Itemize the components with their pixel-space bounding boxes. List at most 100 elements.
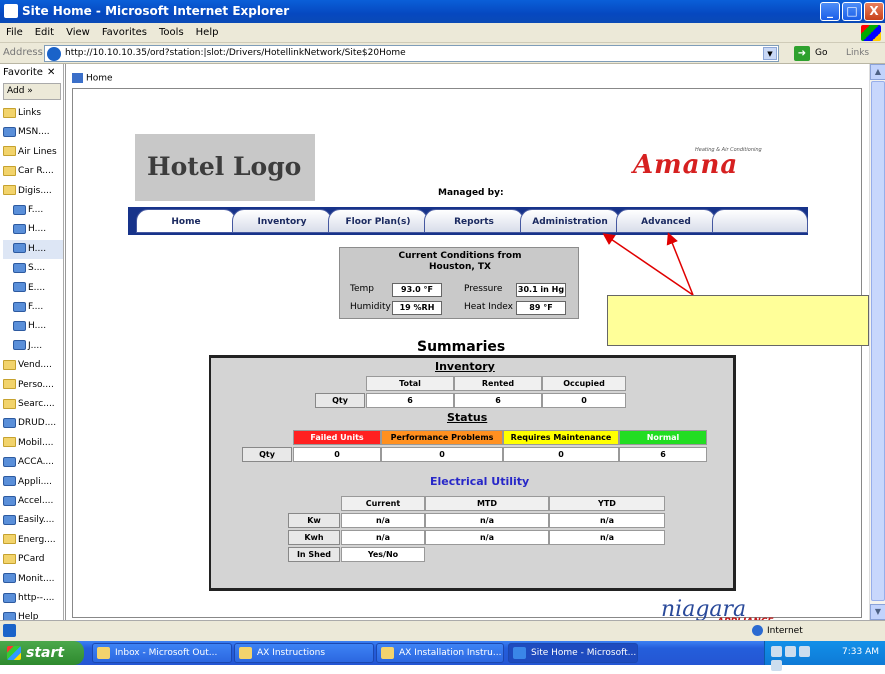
favorite-item[interactable]: Vend....	[3, 356, 63, 375]
favorite-item[interactable]: Digis....	[3, 182, 63, 201]
page-icon	[13, 204, 26, 215]
favorite-item[interactable]: Mobil....	[3, 434, 63, 453]
favorites-header: Favorite ✕	[3, 67, 55, 78]
favorite-item[interactable]: Easily....	[3, 511, 63, 530]
favorite-item[interactable]: S....	[3, 259, 63, 278]
favorite-item[interactable]: Appli....	[3, 473, 63, 492]
task-ax-installation[interactable]: AX Installation Instru...	[376, 643, 504, 663]
menu-edit[interactable]: Edit	[35, 23, 54, 42]
folder-icon	[239, 647, 252, 659]
status-row-label: Qty	[242, 447, 292, 462]
breadcrumb-home[interactable]: Home	[86, 74, 113, 84]
page-icon	[13, 301, 26, 312]
favorite-item-label: Links	[18, 108, 42, 118]
minimize-button[interactable]: _	[820, 2, 840, 21]
page-icon	[13, 340, 26, 351]
electrical-title: Electrical Utility	[430, 475, 530, 488]
summaries-panel: Inventory Total Rented Occupied Qty 6 6 …	[209, 355, 736, 591]
windows-flag-icon	[7, 646, 21, 660]
task-ax-instructions[interactable]: AX Instructions	[234, 643, 374, 663]
favorite-item[interactable]: H....	[3, 317, 63, 336]
outlook-icon	[97, 647, 110, 659]
favorite-item[interactable]: H....	[3, 220, 63, 239]
tray-icon-3[interactable]	[799, 646, 810, 657]
favorite-item-label: Vend....	[18, 360, 52, 371]
chevron-down-icon[interactable]: ▼	[763, 47, 777, 60]
favorite-item-label: Car R....	[18, 166, 54, 177]
page-icon	[3, 495, 16, 506]
scroll-thumb[interactable]	[871, 81, 885, 601]
address-bar: Address http://10.10.10.35/ord?station:|…	[0, 43, 885, 64]
maximize-button[interactable]: □	[842, 2, 862, 21]
clock[interactable]: 7:33 AM	[842, 647, 879, 657]
scroll-down-icon[interactable]: ▼	[870, 604, 885, 620]
favorite-item[interactable]: Links	[3, 104, 63, 123]
favorite-item[interactable]: Air Lines	[3, 143, 63, 162]
task-site-home[interactable]: Site Home - Microsoft...	[508, 643, 638, 663]
folder-icon	[3, 107, 16, 118]
status-normal-value: 6	[619, 447, 707, 462]
status-maintenance-value: 0	[503, 447, 619, 462]
scroll-up-icon[interactable]: ▲	[870, 64, 885, 80]
favorite-item[interactable]: Accel....	[3, 492, 63, 511]
folder-icon	[3, 146, 16, 157]
favorite-item-label: E....	[28, 282, 46, 293]
go-button[interactable]: Go	[815, 48, 827, 58]
inventory-header-occupied: Occupied	[542, 376, 626, 391]
favorite-item[interactable]: http--....	[3, 589, 63, 608]
internet-zone: Internet	[752, 625, 803, 636]
folder-icon	[3, 165, 16, 176]
kwh-ytd-value: n/a	[549, 530, 665, 545]
favorite-item[interactable]: J....	[3, 337, 63, 356]
favorite-item[interactable]: H....	[3, 239, 63, 259]
links-button[interactable]: Links	[846, 48, 869, 58]
favorite-item-label: Appli....	[18, 476, 53, 487]
folder-icon	[3, 534, 16, 545]
favorite-item[interactable]: MSN....	[3, 123, 63, 142]
page-icon	[3, 126, 16, 137]
close-favorites-icon[interactable]: ✕	[47, 67, 55, 78]
window-title: Site Home - Microsoft Internet Explorer	[22, 4, 290, 18]
address-label: Address	[3, 47, 43, 58]
favorite-item[interactable]: Monit....	[3, 570, 63, 589]
task-inbox[interactable]: Inbox - Microsoft Out...	[92, 643, 232, 663]
favorite-item[interactable]: F....	[3, 298, 63, 317]
page-status-icon	[3, 624, 16, 637]
favorite-item-label: J....	[28, 340, 43, 351]
breadcrumb[interactable]: Home	[72, 73, 113, 84]
menu-help[interactable]: Help	[196, 23, 219, 42]
add-favorite-button[interactable]: Add »	[3, 83, 61, 100]
favorite-item[interactable]: Perso....	[3, 376, 63, 395]
title-bar: Site Home - Microsoft Internet Explorer …	[0, 0, 885, 23]
tray-icons[interactable]	[771, 646, 826, 671]
folder-icon	[3, 359, 16, 370]
address-input[interactable]: http://10.10.10.35/ord?station:|slot:/Dr…	[44, 45, 779, 62]
favorite-item[interactable]: E....	[3, 279, 63, 298]
menu-tools[interactable]: Tools	[159, 23, 184, 42]
tray-icon-4[interactable]	[771, 660, 782, 671]
folder-icon	[3, 379, 16, 390]
tray-icon-2[interactable]	[785, 646, 796, 657]
favorite-item[interactable]: Searc....	[3, 395, 63, 414]
go-arrow-icon[interactable]: ➜	[794, 46, 810, 61]
favorite-item[interactable]: Energ....	[3, 531, 63, 550]
page-icon	[13, 243, 26, 254]
address-url[interactable]: http://10.10.10.35/ord?station:|slot:/Dr…	[65, 48, 406, 58]
menu-favorites[interactable]: Favorites	[102, 23, 147, 42]
favorite-item-label: H....	[28, 321, 47, 332]
favorite-item[interactable]: F....	[3, 201, 63, 220]
favorite-item[interactable]: ACCA....	[3, 453, 63, 472]
favorite-item[interactable]: DRUD....	[3, 414, 63, 433]
inventory-header-total: Total	[366, 376, 454, 391]
favorite-item-label: Energ....	[18, 534, 56, 545]
close-button[interactable]: X	[864, 2, 884, 21]
favorite-item-label: F....	[28, 205, 44, 215]
start-button[interactable]: start	[0, 641, 84, 665]
menu-file[interactable]: File	[6, 23, 23, 42]
favorite-item[interactable]: Car R....	[3, 162, 63, 181]
menu-view[interactable]: View	[66, 23, 90, 42]
tray-icon-1[interactable]	[771, 646, 782, 657]
favorite-item[interactable]: PCard	[3, 550, 63, 569]
task-ax-instructions-label: AX Instructions	[257, 648, 326, 658]
vertical-scrollbar[interactable]: ▲ ▼	[869, 64, 885, 620]
